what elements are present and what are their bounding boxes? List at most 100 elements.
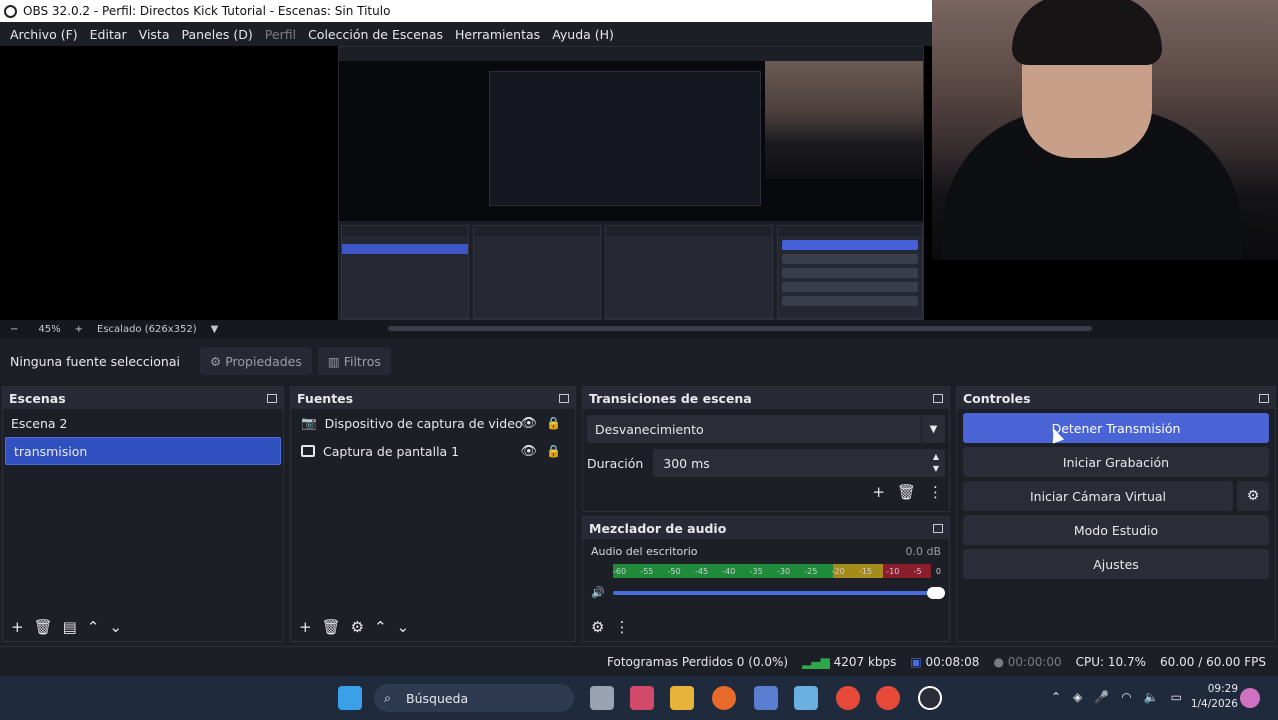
visibility-eye-icon[interactable]: 👁	[520, 444, 537, 459]
scale-label[interactable]: Escalado (626x352)	[97, 324, 197, 335]
source-item-video-capture[interactable]: 📷 Dispositivo de captura de video 👁 🔒	[291, 409, 575, 437]
spinner-icon[interactable]: ▲ ▼	[933, 451, 939, 475]
nested-docks	[339, 221, 923, 319]
clock-date: 1/4/2026	[1190, 698, 1238, 710]
move-down-icon[interactable]: ⌄	[109, 618, 122, 636]
lock-icon[interactable]: 🔒	[546, 416, 561, 430]
filters-icon[interactable]: ▤	[63, 618, 77, 636]
settings-button[interactable]: Ajustes	[963, 549, 1269, 579]
undock-icon[interactable]	[933, 523, 943, 533]
taskbar: ⌕ Búsqueda ⌃ ◈ 🎤 ◠ 🔈 ▭ 09:29 1/4/2026	[0, 676, 1278, 720]
preview-scrollbar[interactable]	[388, 326, 1092, 331]
nested-inner-capture	[489, 71, 761, 206]
mixer-settings-icon[interactable]: ⚙	[591, 618, 604, 636]
scale-dropdown-icon[interactable]: ▼	[211, 324, 219, 335]
transition-type-value: Desvanecimiento	[595, 421, 704, 437]
microphone-icon[interactable]: 🎤	[1094, 690, 1109, 704]
studio-mode-button[interactable]: Modo Estudio	[963, 515, 1269, 545]
scenes-footer: + 🗑 ▤ ⌃ ⌄	[3, 613, 283, 641]
wifi-icon[interactable]: ◠	[1121, 690, 1131, 704]
add-icon[interactable]: +	[872, 483, 885, 501]
gear-icon: ⚙	[210, 353, 222, 369]
menu-ayuda[interactable]: Ayuda (H)	[546, 27, 620, 42]
scenes-header: Escenas	[3, 387, 283, 409]
no-source-label: Ninguna fuente seleccionai	[10, 353, 180, 369]
menu-archivo[interactable]: Archivo (F)	[4, 27, 84, 42]
move-down-icon[interactable]: ⌄	[397, 618, 410, 636]
undock-icon[interactable]	[559, 393, 569, 403]
start-recording-button[interactable]: Iniciar Grabación	[963, 447, 1269, 477]
move-up-icon[interactable]: ⌃	[374, 618, 387, 636]
cpu-usage: CPU: 10.7%	[1075, 654, 1147, 669]
obs-taskbar-icon[interactable]	[918, 686, 942, 710]
volume-icon[interactable]: 🔈	[1144, 690, 1159, 704]
battery-icon[interactable]: ▭	[1171, 690, 1182, 704]
scene-item-escena-2[interactable]: Escena 2	[3, 409, 283, 437]
visibility-eye-icon[interactable]: 👁	[520, 416, 537, 431]
taskbar-search[interactable]: ⌕ Búsqueda	[374, 684, 574, 712]
move-up-icon[interactable]: ⌃	[87, 618, 100, 636]
chrome-icon[interactable]	[836, 686, 860, 710]
source-item-screen-capture[interactable]: Captura de pantalla 1 👁 🔒	[291, 437, 575, 465]
nested-dock-transitions	[605, 225, 773, 319]
preview-canvas[interactable]	[0, 46, 932, 320]
menu-editar[interactable]: Editar	[84, 27, 133, 42]
trash-icon[interactable]: 🗑	[34, 618, 53, 636]
add-icon[interactable]: +	[11, 618, 24, 636]
track-level: 0.0 dB	[905, 545, 941, 558]
security-icon[interactable]: ◈	[1073, 690, 1082, 704]
nested-preview	[339, 61, 923, 241]
chevron-up-icon[interactable]: ⌃	[1051, 690, 1061, 704]
windows-start-icon[interactable]	[338, 686, 362, 710]
obs-logo-icon	[4, 4, 17, 18]
undock-icon[interactable]	[267, 393, 277, 403]
undock-icon[interactable]	[1259, 393, 1269, 403]
more-options-icon[interactable]: ⋮	[614, 618, 629, 636]
speaker-icon[interactable]: 🔊	[591, 586, 605, 599]
photos-icon[interactable]	[794, 686, 818, 710]
transition-type-select[interactable]: Desvanecimiento ▼	[587, 415, 945, 443]
more-options-icon[interactable]: ⋮	[928, 483, 943, 501]
start-virtual-camera-button[interactable]: Iniciar Cámara Virtual	[963, 481, 1233, 511]
virtual-cam-settings-icon[interactable]: ⚙	[1237, 481, 1269, 511]
properties-button[interactable]: ⚙ Propiedades	[200, 347, 312, 375]
chevron-down-icon: ▼	[921, 415, 945, 443]
volume-slider-handle[interactable]	[927, 586, 945, 599]
chrome-profile-icon[interactable]	[876, 686, 900, 710]
filters-label: Filtros	[343, 353, 381, 369]
volume-slider[interactable]	[612, 586, 945, 599]
task-view-icon[interactable]	[590, 686, 614, 710]
scene-item-transmision[interactable]: transmision	[5, 437, 281, 465]
stream-icon: ▣	[910, 654, 926, 669]
menu-vista[interactable]: Vista	[133, 27, 176, 42]
trash-icon[interactable]: 🗑	[322, 618, 341, 636]
undock-icon[interactable]	[933, 393, 943, 403]
zoom-out-button[interactable]: −	[10, 324, 18, 335]
mixer-header: Mezclador de audio	[583, 517, 949, 539]
file-explorer-icon[interactable]	[670, 686, 694, 710]
controls-dock: Controles Detener Transmisión Iniciar Gr…	[956, 386, 1276, 642]
gear-icon[interactable]: ⚙	[351, 618, 364, 636]
menu-herramientas[interactable]: Herramientas	[449, 27, 546, 42]
filters-button[interactable]: ▥ Filtros	[317, 347, 391, 375]
nested-dock-controls	[777, 225, 923, 319]
menu-perfil[interactable]: Perfil	[259, 27, 302, 42]
audio-mixer-dock: Mezclador de audio Audio del escritorio …	[582, 516, 950, 642]
stop-streaming-button[interactable]: Detener Transmisión	[963, 413, 1269, 443]
volume-row: 🔊	[591, 586, 945, 599]
menu-coleccion-escenas[interactable]: Colección de Escenas	[302, 27, 449, 42]
notification-badge-icon[interactable]	[1240, 688, 1260, 708]
trash-icon[interactable]: 🗑	[897, 483, 916, 501]
clock[interactable]: 09:29 1/4/2026	[1191, 682, 1238, 712]
firefox-icon[interactable]	[712, 686, 736, 710]
snipping-tool-icon[interactable]	[630, 686, 654, 710]
add-icon[interactable]: +	[299, 618, 312, 636]
properties-label: Propiedades	[225, 353, 302, 369]
zoom-in-button[interactable]: +	[75, 324, 83, 335]
duration-stepper[interactable]: 300 ms ▲ ▼	[653, 449, 945, 477]
lock-icon[interactable]: 🔒	[546, 444, 561, 458]
mixer-title: Mezclador de audio	[589, 520, 727, 536]
transitions-header: Transiciones de escena	[583, 387, 949, 409]
network-app-icon[interactable]	[754, 686, 778, 710]
menu-paneles[interactable]: Paneles (D)	[176, 27, 259, 42]
